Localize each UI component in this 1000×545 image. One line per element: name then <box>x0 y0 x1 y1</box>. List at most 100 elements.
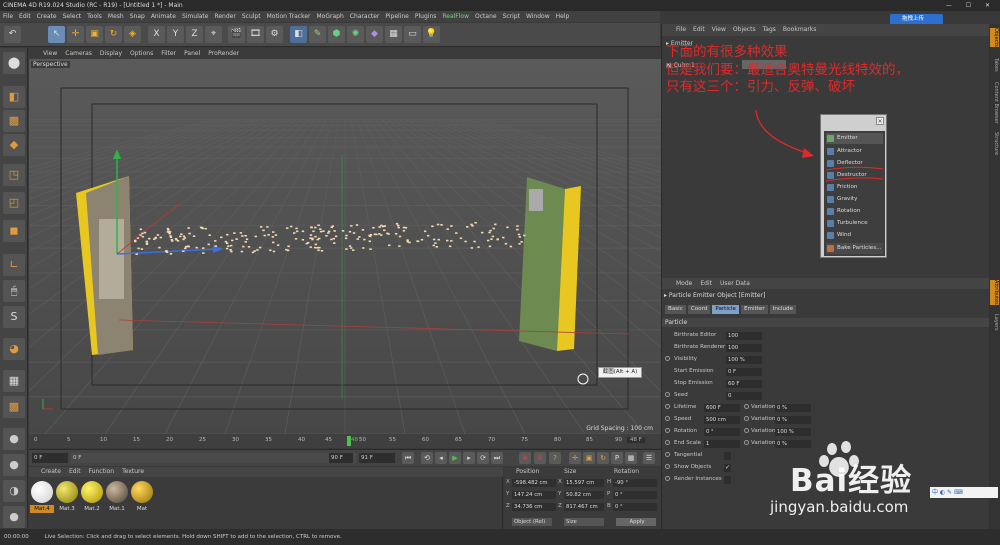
perspective-viewport[interactable]: Perspective Grid Spacing : 100 cm <box>29 59 661 434</box>
vp-menu-filter[interactable]: Filter <box>161 48 176 59</box>
deformer-icon[interactable]: ◆ <box>366 26 383 43</box>
render-picture-viewer-icon[interactable]: 🎞 <box>247 26 264 43</box>
tab-basic[interactable]: Basic <box>665 305 686 314</box>
animate-dot[interactable] <box>665 476 670 481</box>
lifetime-variation-field[interactable]: 0 % <box>775 404 811 412</box>
render-view-icon[interactable]: 🎬 <box>228 26 245 43</box>
ime-toolbar[interactable]: 中 ◐ ✎ ⌨ <box>930 487 998 498</box>
camera-icon[interactable]: ▭ <box>404 26 421 43</box>
material-mat1[interactable]: Mat.1 <box>105 481 129 515</box>
key-scale-icon[interactable]: ▣ <box>583 452 595 464</box>
visibility-field[interactable]: 100 % <box>726 356 762 364</box>
obj-menu-objects[interactable]: Objects <box>733 24 756 36</box>
obj-menu-file[interactable]: File <box>676 24 686 36</box>
menu-pipeline[interactable]: Pipeline <box>385 11 408 22</box>
menu-mesh[interactable]: Mesh <box>108 11 124 22</box>
obj-menu-edit[interactable]: Edit <box>693 24 705 36</box>
rotation-field[interactable]: 0 ° <box>704 428 740 436</box>
size-mode-dropdown[interactable]: Size <box>564 518 604 526</box>
menu-tools[interactable]: Tools <box>87 11 102 22</box>
coord-system-icon[interactable]: ⌖ <box>205 26 222 43</box>
menu-motion-tracker[interactable]: Motion Tracker <box>267 11 311 22</box>
key-parameter-icon[interactable]: P <box>611 452 623 464</box>
material-mat[interactable]: Mat <box>130 481 154 515</box>
speed-field[interactable]: 500 cm <box>704 416 740 424</box>
size-x-field[interactable]: 15.597 cm <box>564 479 604 487</box>
sphere-2-icon[interactable]: ● <box>3 454 25 476</box>
make-editable-icon[interactable]: ⬤ <box>3 52 25 74</box>
axis-lock-icon[interactable]: ▩ <box>3 396 25 418</box>
menu-sculpt[interactable]: Sculpt <box>242 11 261 22</box>
snap-icon[interactable]: S <box>3 306 25 328</box>
animate-dot[interactable] <box>665 452 670 457</box>
size-y-field[interactable]: 50.82 cm <box>564 491 604 499</box>
rotation-variation-field[interactable]: 100 % <box>775 428 811 436</box>
animate-dot[interactable] <box>744 404 749 409</box>
edges-mode-icon[interactable]: ◰ <box>3 192 25 214</box>
pos-x-field[interactable]: -598.482 cm <box>512 479 556 487</box>
key-position-icon[interactable]: ✛ <box>569 452 581 464</box>
menu-plugins[interactable]: Plugins <box>415 11 437 22</box>
scale-icon[interactable]: ▣ <box>86 26 103 43</box>
animate-dot[interactable] <box>744 416 749 421</box>
mat-menu-texture[interactable]: Texture <box>122 467 144 477</box>
live-select-icon[interactable]: ↖ <box>48 26 65 43</box>
menu-octane[interactable]: Octane <box>475 11 497 22</box>
coord-mode-dropdown[interactable]: Object (Rel) <box>512 518 552 526</box>
vp-menu-prorender[interactable]: ProRender <box>208 48 239 59</box>
render-settings-icon[interactable]: ⚙ <box>266 26 283 43</box>
rot-b-field[interactable]: 0 ° <box>613 503 657 511</box>
key-pla-icon[interactable]: ▦ <box>625 452 637 464</box>
undo-icon[interactable]: ↶ <box>4 26 21 43</box>
animate-dot[interactable] <box>665 428 670 433</box>
vp-menu-view[interactable]: View <box>43 48 57 59</box>
animate-dot[interactable] <box>665 404 670 409</box>
cube-icon[interactable]: ◧ <box>290 26 307 43</box>
animate-dot[interactable] <box>744 440 749 445</box>
preview-end-field[interactable]: 90 F <box>329 453 353 463</box>
x-axis-icon[interactable]: X <box>148 26 165 43</box>
animate-dot[interactable] <box>665 356 670 361</box>
tweak-icon[interactable]: 🖱 <box>3 280 25 302</box>
menu-animate[interactable]: Animate <box>151 11 176 22</box>
menu-mograph[interactable]: MoGraph <box>317 11 344 22</box>
y-axis-icon[interactable]: Y <box>167 26 184 43</box>
rotate-icon[interactable]: ↻ <box>105 26 122 43</box>
menu-snap[interactable]: Snap <box>130 11 145 22</box>
vp-menu-panel[interactable]: Panel <box>184 48 200 59</box>
mat-menu-function[interactable]: Function <box>89 467 115 477</box>
subdivision-icon[interactable]: ⬢ <box>328 26 345 43</box>
enable-axis-icon[interactable]: ∟ <box>3 254 25 276</box>
birthrate-renderer-field[interactable]: 100 <box>726 344 762 352</box>
tab-particle[interactable]: Particle <box>712 305 739 314</box>
material-mat4[interactable]: Mat.4 <box>30 481 54 515</box>
pos-y-field[interactable]: 147.24 cm <box>512 491 556 499</box>
render-instances-checkbox[interactable] <box>724 476 731 484</box>
rot-h-field[interactable]: -90 ° <box>613 479 657 487</box>
material-sphere-icon[interactable]: ● <box>3 428 25 450</box>
sphere-3-icon[interactable]: ◑ <box>3 480 25 502</box>
tab-content-browser-vertical[interactable]: Content Browser <box>990 82 999 124</box>
lifetime-field[interactable]: 600 F <box>704 404 740 412</box>
menu-render[interactable]: Render <box>214 11 235 22</box>
tab-emitter[interactable]: Emitter <box>741 305 768 314</box>
animate-dot[interactable] <box>665 440 670 445</box>
pen-icon[interactable]: ✎ <box>309 26 326 43</box>
end-scale-field[interactable]: 1 <box>704 440 740 448</box>
sphere-4-icon[interactable]: ● <box>3 506 25 528</box>
z-axis-icon[interactable]: Z <box>186 26 203 43</box>
tab-objects-vertical[interactable]: Objects <box>990 28 999 47</box>
attr-menu-edit[interactable]: Edit <box>700 278 712 289</box>
animate-dot[interactable] <box>665 392 670 397</box>
points-mode-icon[interactable]: ◳ <box>3 164 25 186</box>
prev-key-icon[interactable]: ⟲ <box>421 452 433 464</box>
obj-menu-tags[interactable]: Tags <box>763 24 776 36</box>
record-icon[interactable]: ⊗ <box>519 452 531 464</box>
array-icon[interactable]: ✺ <box>347 26 364 43</box>
start-frame-field[interactable]: 0 F <box>32 453 68 463</box>
show-objects-checkbox[interactable]: ✓ <box>724 464 731 472</box>
floor-icon[interactable]: ▦ <box>385 26 402 43</box>
tab-layers-vertical[interactable]: Layers <box>990 314 999 331</box>
menu-simulate[interactable]: Simulate <box>182 11 209 22</box>
attr-menu-user-data[interactable]: User Data <box>720 278 750 289</box>
